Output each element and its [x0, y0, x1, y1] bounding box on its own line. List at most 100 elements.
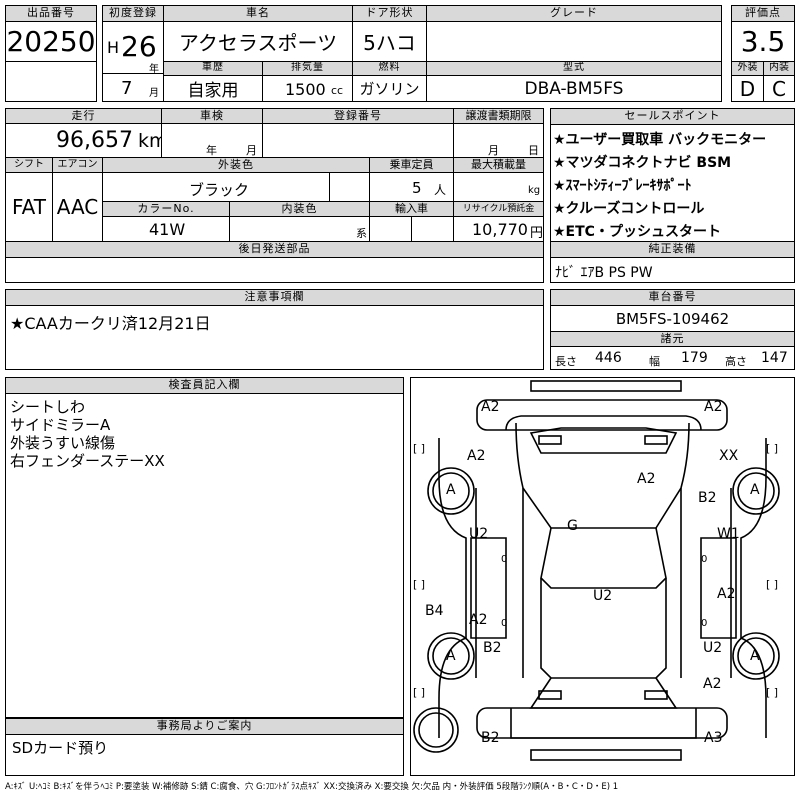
dims-len: 446 — [595, 350, 622, 366]
sales-item: ★ｽﾏｰﾄｼﾃｨｰﾌﾞﾚｰｷｻﾎﾟｰﾄ — [553, 178, 692, 194]
load-cell: kg — [453, 172, 544, 202]
mark-wheel-rr: A — [750, 648, 760, 664]
sales-list: ★ユーザー買取車 バックモニター ★マツダコネクトナビ BSM ★ｽﾏｰﾄｼﾃｨ… — [550, 124, 795, 242]
transfer-cell: 月 日 — [453, 123, 544, 158]
dims-len-label: 長さ — [555, 355, 577, 368]
notes-header: 注意事項欄 — [5, 289, 544, 306]
capacity-cell: 5 人 — [369, 172, 454, 202]
inspector-line: 右フェンダーステーXX — [10, 452, 165, 470]
interior-header: 内装 — [763, 61, 795, 76]
lot-number: 20250 — [5, 21, 97, 62]
car-outline-icon — [413, 380, 780, 761]
era: H — [107, 38, 120, 57]
inspector-header: 検査員記入欄 — [5, 377, 404, 394]
model-header: 型式 — [426, 61, 722, 76]
month-unit: 月 — [149, 88, 159, 99]
capacity-value: 5 — [412, 179, 422, 197]
recycle-value: 10,770 — [472, 220, 528, 239]
shift-header: シフト — [5, 157, 53, 173]
sales-item: ★クルーズコントロール — [553, 201, 705, 217]
fuel-value: ガソリン — [352, 75, 427, 102]
notes-cell: ★CAAカークリ済12月21日 — [5, 305, 544, 370]
dims-wid-label: 幅 — [649, 355, 660, 368]
transfer-header: 譲渡書類期限 — [453, 108, 544, 124]
inspection-cell: 年 月 — [161, 123, 263, 158]
displacement-value: 1500 — [285, 80, 326, 99]
dims-hei-label: 高さ — [725, 355, 747, 368]
equip-header: 純正装備 — [550, 241, 795, 258]
notes-value: ★CAAカークリ済12月21日 — [10, 314, 211, 333]
office-header: 事務局よりご案内 — [5, 718, 404, 735]
mark-hood: A2 — [637, 471, 656, 487]
history-value: 自家用 — [163, 75, 263, 102]
mark-fender-fl: A2 — [467, 448, 486, 464]
bracket-mr: [ ] — [766, 578, 779, 591]
color-value: ブラック — [189, 181, 250, 199]
door-type: 5ハコ — [352, 21, 427, 62]
bracket-rr: [ ] — [766, 686, 779, 699]
mark-b2-rl: B2 — [483, 640, 502, 656]
bracket-fl: [ ] — [413, 442, 426, 455]
colorno-value: 41W — [149, 220, 186, 239]
color-blank — [329, 172, 370, 202]
mark-rear-right: A3 — [704, 730, 723, 746]
first-reg-header: 初度登録 — [102, 5, 164, 22]
mark-front-left: A2 — [481, 399, 500, 415]
damage-diagram: [ ] [ ] [ ] [ ] [ ] [ ] A2 A2 A2 XX A2 A… — [410, 377, 795, 776]
equip-cell: ﾅﾋﾞ ｴｱB PS PW — [550, 257, 795, 283]
capacity-unit: 人 — [434, 183, 447, 197]
zero-mark: 0 — [501, 618, 508, 629]
import-header: 輸入車 — [369, 201, 454, 217]
fuel-header: 燃料 — [352, 61, 427, 76]
sales-item: ★マツダコネクトナビ BSM — [553, 155, 732, 171]
sales-item: ★ETC・プッシュスタート — [553, 224, 721, 240]
history-header: 車歴 — [163, 61, 263, 76]
later-parts-header: 後日発送部品 — [5, 241, 544, 258]
lot-blank — [5, 61, 97, 102]
inspector-cell: シートしわ サイドミラーA 外装うすい線傷 右フェンダーステーXX — [5, 393, 404, 718]
mileage-header: 走行 — [5, 108, 162, 124]
chassis-value: BM5FS-109462 — [550, 305, 795, 332]
mark-front-right: A2 — [704, 399, 723, 415]
zero-mark: 0 — [701, 554, 708, 565]
dims-hei: 147 — [761, 350, 788, 366]
mark-wheel-fl: A — [446, 482, 456, 498]
sales-item: ★ユーザー買取車 バックモニター — [553, 132, 767, 148]
score-value: 3.5 — [731, 21, 795, 62]
mark-u2-rr: U2 — [703, 640, 723, 656]
dims-wid: 179 — [681, 350, 708, 366]
name-header: 車名 — [163, 5, 353, 22]
mark-roof: G — [567, 518, 578, 534]
grade-header: グレード — [426, 5, 722, 22]
capacity-header: 乗車定員 — [369, 157, 454, 173]
color-cell: ブラック — [102, 172, 330, 202]
color-header: 外装色 — [102, 157, 370, 173]
first-reg-year-cell: H 26 年 — [102, 21, 164, 75]
recycle-cell: 10,770 円 — [453, 216, 544, 242]
chassis-header: 車台番号 — [550, 289, 795, 306]
exterior-score: D — [731, 75, 764, 102]
recycle-header: リサイクル預託金 — [453, 201, 544, 217]
load-unit: kg — [528, 185, 541, 196]
score-header: 評価点 — [731, 5, 795, 22]
import-cell-b — [411, 216, 454, 242]
mark-door-fl: U2 — [469, 526, 489, 542]
mark-b4: B4 — [425, 603, 444, 619]
inspection-month-unit: 月 — [246, 144, 257, 157]
intcolor-unit: 系 — [356, 227, 367, 240]
mileage-value: 96,657 — [56, 128, 133, 153]
dims-cell: 長さ 446 幅 179 高さ 147 — [550, 346, 795, 370]
ac-header: エアコン — [52, 157, 103, 173]
sales-header: セールスポイント — [550, 108, 795, 125]
mark-door-rr: A2 — [717, 586, 736, 602]
intcolor-header: 内装色 — [229, 201, 370, 217]
mark-fender-fr: XX — [719, 448, 739, 464]
displacement-unit: cc — [331, 84, 344, 97]
mark-b2-fr: B2 — [698, 490, 717, 506]
car-name: アクセラスポーツ — [163, 21, 353, 62]
intcolor-cell: 系 — [229, 216, 370, 242]
bracket-rl: [ ] — [413, 686, 426, 699]
mark-wheel-rl: A — [446, 648, 456, 664]
equip-value: ﾅﾋﾞ ｴｱB PS PW — [555, 265, 653, 281]
bracket-fr: [ ] — [766, 442, 779, 455]
